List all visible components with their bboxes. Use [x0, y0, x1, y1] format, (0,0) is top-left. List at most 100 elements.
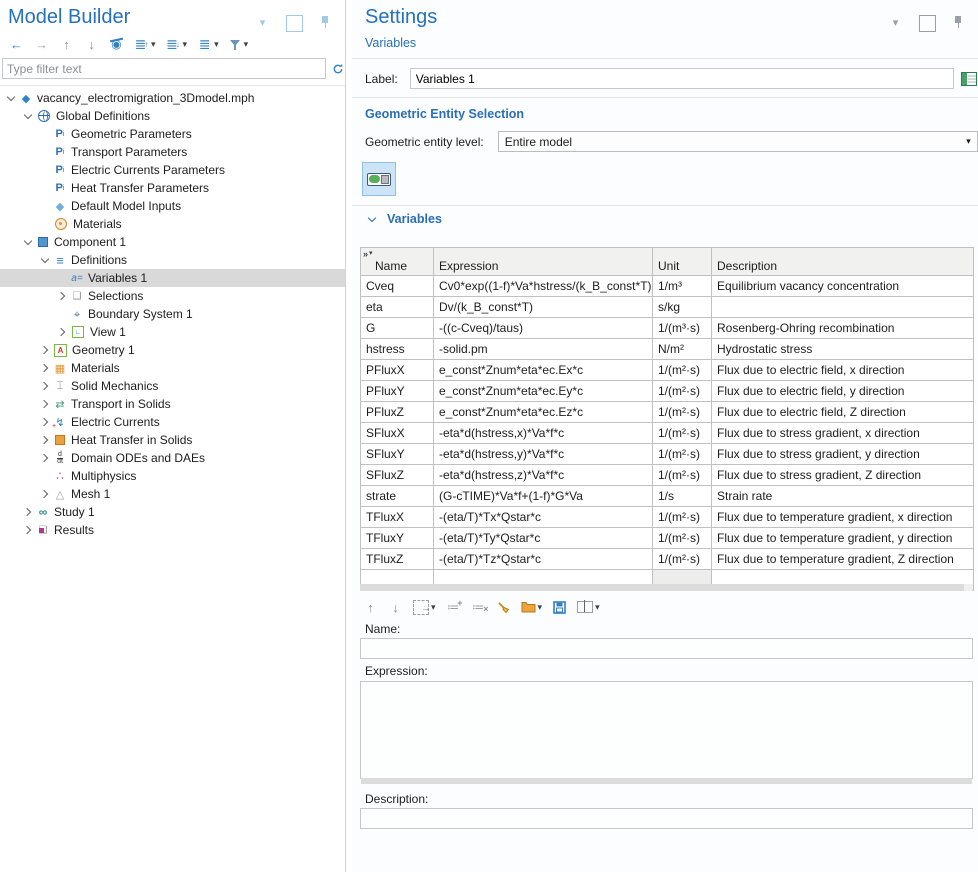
tree-chevron-icon[interactable] — [38, 379, 52, 393]
cell-name[interactable]: hstress — [361, 339, 434, 360]
cell-description[interactable]: Flux due to electric field, x direction — [712, 360, 974, 381]
expand-all-button[interactable] — [163, 35, 191, 54]
tree-chevron-icon[interactable] — [55, 325, 69, 339]
column-header-unit[interactable]: Unit — [653, 248, 712, 276]
cell-name[interactable]: PFluxX — [361, 360, 434, 381]
cell-expression[interactable]: e_const*Znum*eta*ec.Ex*c — [434, 360, 653, 381]
refresh-icon[interactable] — [332, 63, 344, 75]
cell-name[interactable]: TFluxZ — [361, 549, 434, 570]
cell-name[interactable]: G — [361, 318, 434, 339]
tree-item-domain-odes-and-daes[interactable]: Domain ODEs and DAEs — [0, 449, 345, 467]
tree-item-selections[interactable]: Selections — [0, 287, 345, 305]
back-arrow-button[interactable] — [6, 35, 27, 54]
tree-item-component-1[interactable]: Component 1 — [0, 233, 345, 251]
tree-item-electric-currents-parameters[interactable]: Electric Currents Parameters — [0, 161, 345, 179]
tree-chevron-icon[interactable] — [38, 253, 52, 267]
pin-button[interactable] — [949, 14, 970, 33]
tree-chevron-icon[interactable] — [38, 415, 52, 429]
cell-unit[interactable]: 1/(m²·s) — [653, 549, 712, 570]
cell-name[interactable]: TFluxY — [361, 528, 434, 549]
cell-name[interactable]: eta — [361, 297, 434, 318]
tree-item-materials[interactable]: Materials — [0, 215, 345, 233]
cell-expression[interactable]: -(eta/T)*Ty*Qstar*c — [434, 528, 653, 549]
cell-unit[interactable]: 1/(m²·s) — [653, 528, 712, 549]
tree-chevron-icon[interactable] — [38, 361, 52, 375]
move-down-button[interactable] — [81, 35, 102, 54]
cell-description[interactable]: Strain rate — [712, 486, 974, 507]
active-toggle-button[interactable] — [362, 162, 396, 196]
tree-item-definitions[interactable]: Definitions — [0, 251, 345, 269]
cell-description[interactable] — [712, 297, 974, 318]
cell-unit[interactable]: 1/(m²·s) — [653, 360, 712, 381]
cell-description[interactable]: Hydrostatic stress — [712, 339, 974, 360]
show-button[interactable] — [106, 35, 127, 54]
tree-item-vacancy-electromigration-3dmodel-mph[interactable]: vacancy_electromigration_3Dmodel.mph — [0, 89, 345, 107]
forward-arrow-button[interactable] — [31, 35, 52, 54]
cell-expression[interactable]: e_const*Znum*eta*ec.Ey*c — [434, 381, 653, 402]
column-header-description[interactable]: Description — [712, 248, 974, 276]
cell-name[interactable]: strate — [361, 486, 434, 507]
tree-item-heat-transfer-parameters[interactable]: Heat Transfer Parameters — [0, 179, 345, 197]
cell-unit[interactable]: 1/(m²·s) — [653, 465, 712, 486]
note-table-button[interactable] — [960, 71, 978, 87]
cell-name[interactable]: SFluxZ — [361, 465, 434, 486]
cell-unit[interactable]: 1/(m³·s) — [653, 318, 712, 339]
delete-row-button[interactable] — [468, 598, 489, 617]
cell-unit[interactable]: 1/(m²·s) — [653, 402, 712, 423]
load-file-button[interactable] — [518, 598, 546, 617]
cell-name[interactable]: SFluxX — [361, 423, 434, 444]
expression-horizontal-scrollbar[interactable] — [361, 778, 972, 784]
cell-expression[interactable]: -(eta/T)*Tx*Qstar*c — [434, 507, 653, 528]
filter-input[interactable] — [2, 58, 326, 79]
cell-expression[interactable]: (G-cTIME)*Va*f+(1-f)*G*Va — [434, 486, 653, 507]
cell-expression[interactable]: Cv0*exp((1-f)*Va*hstress/(k_B_const*T)) — [434, 276, 653, 297]
move-down-button[interactable] — [385, 598, 406, 617]
add-row-button[interactable] — [443, 598, 464, 617]
cell-unit[interactable]: 1/(m²·s) — [653, 444, 712, 465]
tree-chevron-icon[interactable] — [4, 91, 18, 105]
tree-item-heat-transfer-in-solids[interactable]: Heat Transfer in Solids — [0, 431, 345, 449]
cell-name[interactable]: TFluxX — [361, 507, 434, 528]
geometric-entity-selection-header[interactable]: Geometric Entity Selection — [365, 107, 524, 121]
tree-chevron-icon[interactable] — [38, 451, 52, 465]
cell-expression[interactable]: -eta*d(hstress,x)*Va*f*c — [434, 423, 653, 444]
cell-unit[interactable]: s/kg — [653, 297, 712, 318]
cell-name[interactable]: PFluxY — [361, 381, 434, 402]
tree-chevron-icon[interactable] — [38, 343, 52, 357]
tree-chevron-icon[interactable] — [21, 235, 35, 249]
cell-unit[interactable]: 1/m³ — [653, 276, 712, 297]
geometric-entity-level-select[interactable]: Entire model — [498, 131, 978, 152]
clear-table-button[interactable] — [493, 598, 514, 617]
tree-item-mesh-1[interactable]: Mesh 1 — [0, 485, 345, 503]
label-input[interactable] — [410, 68, 954, 89]
tree-item-geometry-1[interactable]: Geometry 1 — [0, 341, 345, 359]
variables-section-header[interactable]: Variables — [365, 212, 442, 226]
description-input[interactable] — [360, 808, 973, 829]
cell-unit[interactable]: 1/(m²·s) — [653, 423, 712, 444]
cell-description[interactable]: Flux due to stress gradient, x direction — [712, 423, 974, 444]
float-button[interactable] — [283, 13, 306, 34]
tree-chevron-icon[interactable] — [21, 109, 35, 123]
tree-item-default-model-inputs[interactable]: Default Model Inputs — [0, 197, 345, 215]
cell-name[interactable]: SFluxY — [361, 444, 434, 465]
cell-expression[interactable]: e_const*Znum*eta*ec.Ez*c — [434, 402, 653, 423]
tree-item-study-1[interactable]: Study 1 — [0, 503, 345, 521]
collapse-all-button[interactable] — [131, 35, 159, 54]
cell-unit[interactable]: 1/(m²·s) — [653, 507, 712, 528]
tree-item-boundary-system-1[interactable]: Boundary System 1 — [0, 305, 345, 323]
cell-description[interactable]: Flux due to stress gradient, y direction — [712, 444, 974, 465]
tree-chevron-icon[interactable] — [21, 523, 35, 537]
cell-unit[interactable]: N/m² — [653, 339, 712, 360]
tree-chevron-icon[interactable] — [38, 397, 52, 411]
node-text-button[interactable] — [194, 35, 222, 54]
tree-item-transport-in-solids[interactable]: Transport in Solids — [0, 395, 345, 413]
cell-description[interactable]: Flux due to electric field, Z direction — [712, 402, 974, 423]
menu-down-button[interactable] — [252, 14, 273, 33]
tree-chevron-icon[interactable] — [21, 505, 35, 519]
cell-description[interactable]: Equilibrium vacancy concentration — [712, 276, 974, 297]
cell-expression[interactable]: -eta*d(hstress,y)*Va*f*c — [434, 444, 653, 465]
filter-button[interactable] — [226, 36, 252, 53]
table-horizontal-scrollbar[interactable] — [360, 584, 973, 591]
cell-expression[interactable]: Dv/(k_B_const*T) — [434, 297, 653, 318]
tree-item-materials[interactable]: Materials — [0, 359, 345, 377]
